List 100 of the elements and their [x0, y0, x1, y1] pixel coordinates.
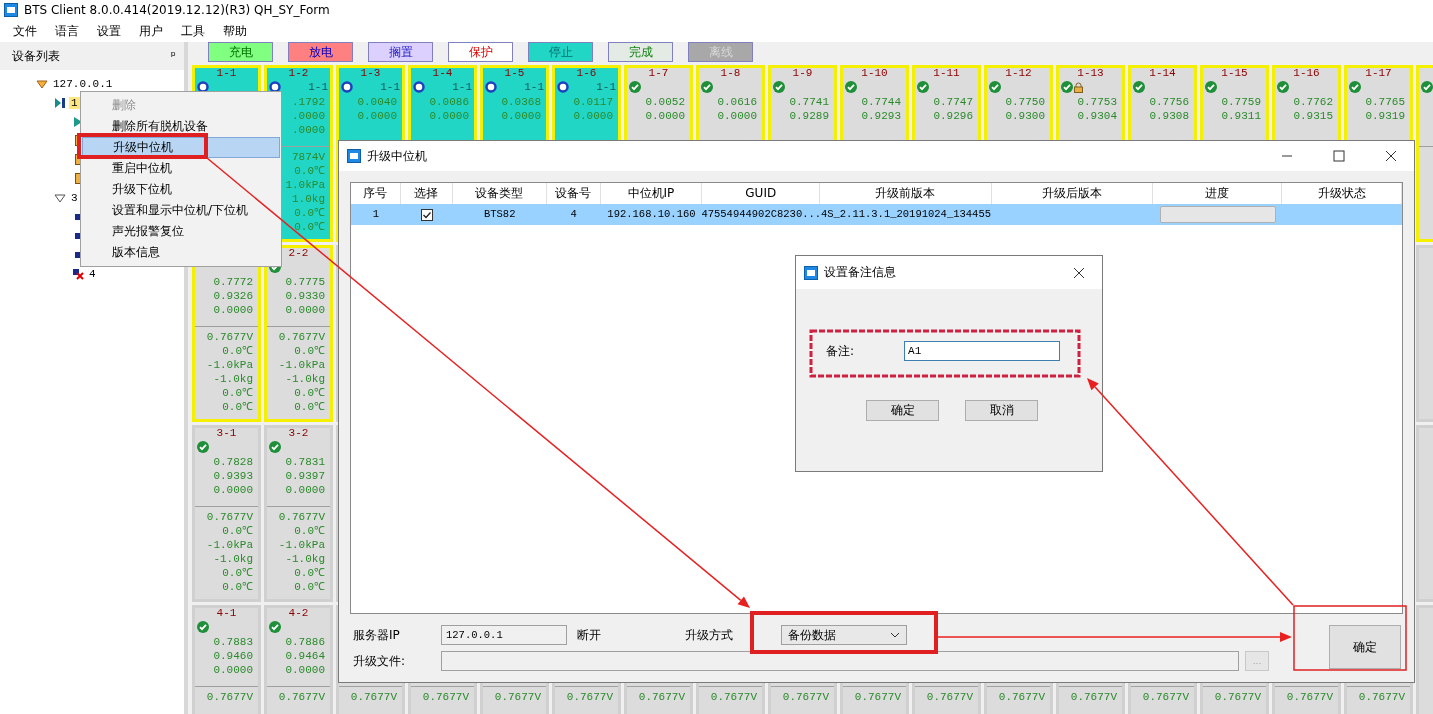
table-cell-text: 4	[570, 207, 577, 222]
sensor-reading: 0.0℃	[221, 400, 254, 414]
panel-title: 设备列表	[12, 47, 60, 65]
sensor-reading: 0.0℃	[221, 580, 254, 594]
channel-value: 0.7775	[284, 275, 326, 289]
pin-icon[interactable]: ᵖ	[170, 49, 176, 63]
checkbox[interactable]	[420, 208, 433, 221]
sensor-reading: 0.0℃	[293, 400, 326, 414]
sensor-reading: 0.0℃	[221, 524, 254, 538]
sensor-reading: 0.7677V	[925, 690, 974, 704]
channel-value: 0.0000	[212, 483, 254, 497]
channel-cell[interactable]: 2-2 0.7775 0.9330 0.0000 0.7677V 0.0℃ -1.0kPa -1.0kg 0.0℃ 0.0℃	[264, 245, 333, 422]
channel-value: 0.0000	[284, 303, 326, 317]
tree-node[interactable]: 1	[69, 96, 80, 109]
app-logo-icon	[4, 3, 18, 17]
menu-item[interactable]: 文件	[4, 22, 46, 40]
note-field[interactable]: A1	[904, 341, 1061, 361]
channel-value: 0.7828	[212, 455, 254, 469]
channel-value: 0.7759	[1220, 95, 1262, 109]
menu-item[interactable]: 设置	[88, 22, 130, 40]
upgrade-file-field[interactable]	[441, 651, 1239, 671]
expand-triangle-icon[interactable]	[36, 77, 48, 90]
tree-node[interactable]: 3	[69, 191, 80, 204]
sensor-reading: 0.7677V	[1141, 690, 1190, 704]
channel-value: 0.7772	[212, 275, 254, 289]
channel-value: .0000	[291, 123, 326, 137]
expand-triangle-icon[interactable]	[54, 191, 66, 204]
channel-value: 0.0000	[572, 109, 614, 123]
sensor-reading: 0.7677V	[493, 690, 542, 704]
sensor-reading: 1.0kPa	[284, 178, 326, 192]
sensor-reading: 0.7677V	[205, 510, 254, 524]
offline-cross-icon	[72, 267, 84, 280]
sensor-reading: 0.7677V	[781, 690, 830, 704]
sensor-reading: -1.0kPa	[277, 358, 326, 372]
sensor-reading: 0.7677V	[421, 690, 470, 704]
sensor-reading: 0.0℃	[293, 164, 326, 178]
channel-value: 0.9460	[212, 649, 254, 663]
menu-item[interactable]: 语言	[46, 22, 88, 40]
channel-cell[interactable]: 3-1 0.7828 0.9393 0.0000 0.7677V 0.0℃ -1.0kPa -1.0kg 0.0℃ 0.0℃	[192, 425, 261, 602]
upgrade-mode-dropdown[interactable]: 备份数据	[781, 625, 907, 645]
sensor-reading: 0.0℃	[293, 220, 326, 234]
channel-sublabel: 1-1	[524, 81, 544, 93]
sensor-reading: 7874V	[291, 150, 326, 164]
table-cell-text: 47554944902C8230...	[702, 207, 821, 222]
table-row[interactable]: 1 BTS82 4 192.168.10.160 47554944902C8230...4S_2.11.3.1_20191024_134455	[351, 204, 1402, 225]
table-cell-text: BTS82	[483, 207, 516, 222]
sensor-reading: 0.0℃	[221, 566, 254, 580]
channel-value: 0.7753	[1076, 95, 1118, 109]
channel-value: 0.7747	[932, 95, 974, 109]
sensor-reading: 0.0℃	[221, 344, 254, 358]
channel-value: 0.9293	[860, 109, 902, 123]
connection-status: 断开	[577, 626, 602, 644]
app-logo-icon	[804, 265, 818, 280]
menu-item[interactable]: 用户	[130, 22, 172, 40]
channel-value: 0.0040	[356, 95, 398, 109]
channel-value: 0.9304	[1076, 109, 1118, 123]
server-ip-field[interactable]: 127.0.0.1	[441, 625, 567, 645]
sensor-reading: 0.7677V	[277, 330, 326, 344]
channel-value: 0.0000	[284, 663, 326, 677]
sensor-reading: 0.7677V	[277, 510, 326, 524]
channel-value: 0.7883	[212, 635, 254, 649]
channel-value: 0.0000	[500, 109, 542, 123]
channel-value: 0.7750	[1004, 95, 1046, 109]
confirm-button[interactable]: 确定	[1329, 625, 1401, 669]
channel-value: 0.9311	[1220, 109, 1262, 123]
status-legend: 保护	[448, 42, 513, 62]
channel-value: 0.9296	[932, 109, 974, 123]
channel-value: 0.0117	[572, 95, 614, 109]
channel-value: 0.0000	[716, 109, 758, 123]
sensor-reading: 0.7677V	[1285, 690, 1334, 704]
sensor-reading: 0.7677V	[565, 690, 614, 704]
sensor-reading: 0.7677V	[205, 330, 254, 344]
channel-value: 0.7762	[1292, 95, 1334, 109]
status-legend: 停止	[528, 42, 593, 62]
menu-item[interactable]: 帮助	[214, 22, 256, 40]
channel-value: 0.9300	[1004, 109, 1046, 123]
channel-value: 0.9315	[1292, 109, 1334, 123]
tree-node[interactable]: 127.0.0.1	[51, 77, 115, 90]
channel-value: 0.0616	[716, 95, 758, 109]
sensor-reading: -1.0kg	[212, 372, 254, 386]
table-cell-text: 4S_2.11.3.1_20191024_134455	[820, 207, 992, 222]
channel-cell[interactable]: 3-2 0.7831 0.9397 0.0000 0.7677V 0.0℃ -1.0kPa -1.0kg 0.0℃ 0.0℃	[264, 425, 333, 602]
channel-value: 0.9289	[788, 109, 830, 123]
sensor-reading: 0.7677V	[853, 690, 902, 704]
channel-value: 0.0000	[644, 109, 686, 123]
cancel-button[interactable]: 取消	[965, 400, 1038, 421]
channel-value: 0.9308	[1148, 109, 1190, 123]
channel-value: 0.7765	[1364, 95, 1406, 109]
app-logo-icon	[347, 149, 361, 163]
tree-node[interactable]: 4	[87, 267, 98, 280]
sensor-reading: 0.7677V	[277, 690, 326, 704]
channel-value: 0.7756	[1148, 95, 1190, 109]
channel-cell[interactable]: 4-1 0.7883 0.9460 0.0000 0.7677V	[192, 605, 261, 714]
channel-value: 0.0000	[356, 109, 398, 123]
ok-button[interactable]: 确定	[866, 400, 939, 421]
caret-icon	[890, 632, 900, 638]
menu-item[interactable]: 工具	[172, 22, 214, 40]
channel-cell[interactable]: 4-2 0.7886 0.9464 0.0000 0.7677V	[264, 605, 333, 714]
channel-value: 0.7886	[284, 635, 326, 649]
sensor-reading: 1.0kg	[291, 192, 326, 206]
